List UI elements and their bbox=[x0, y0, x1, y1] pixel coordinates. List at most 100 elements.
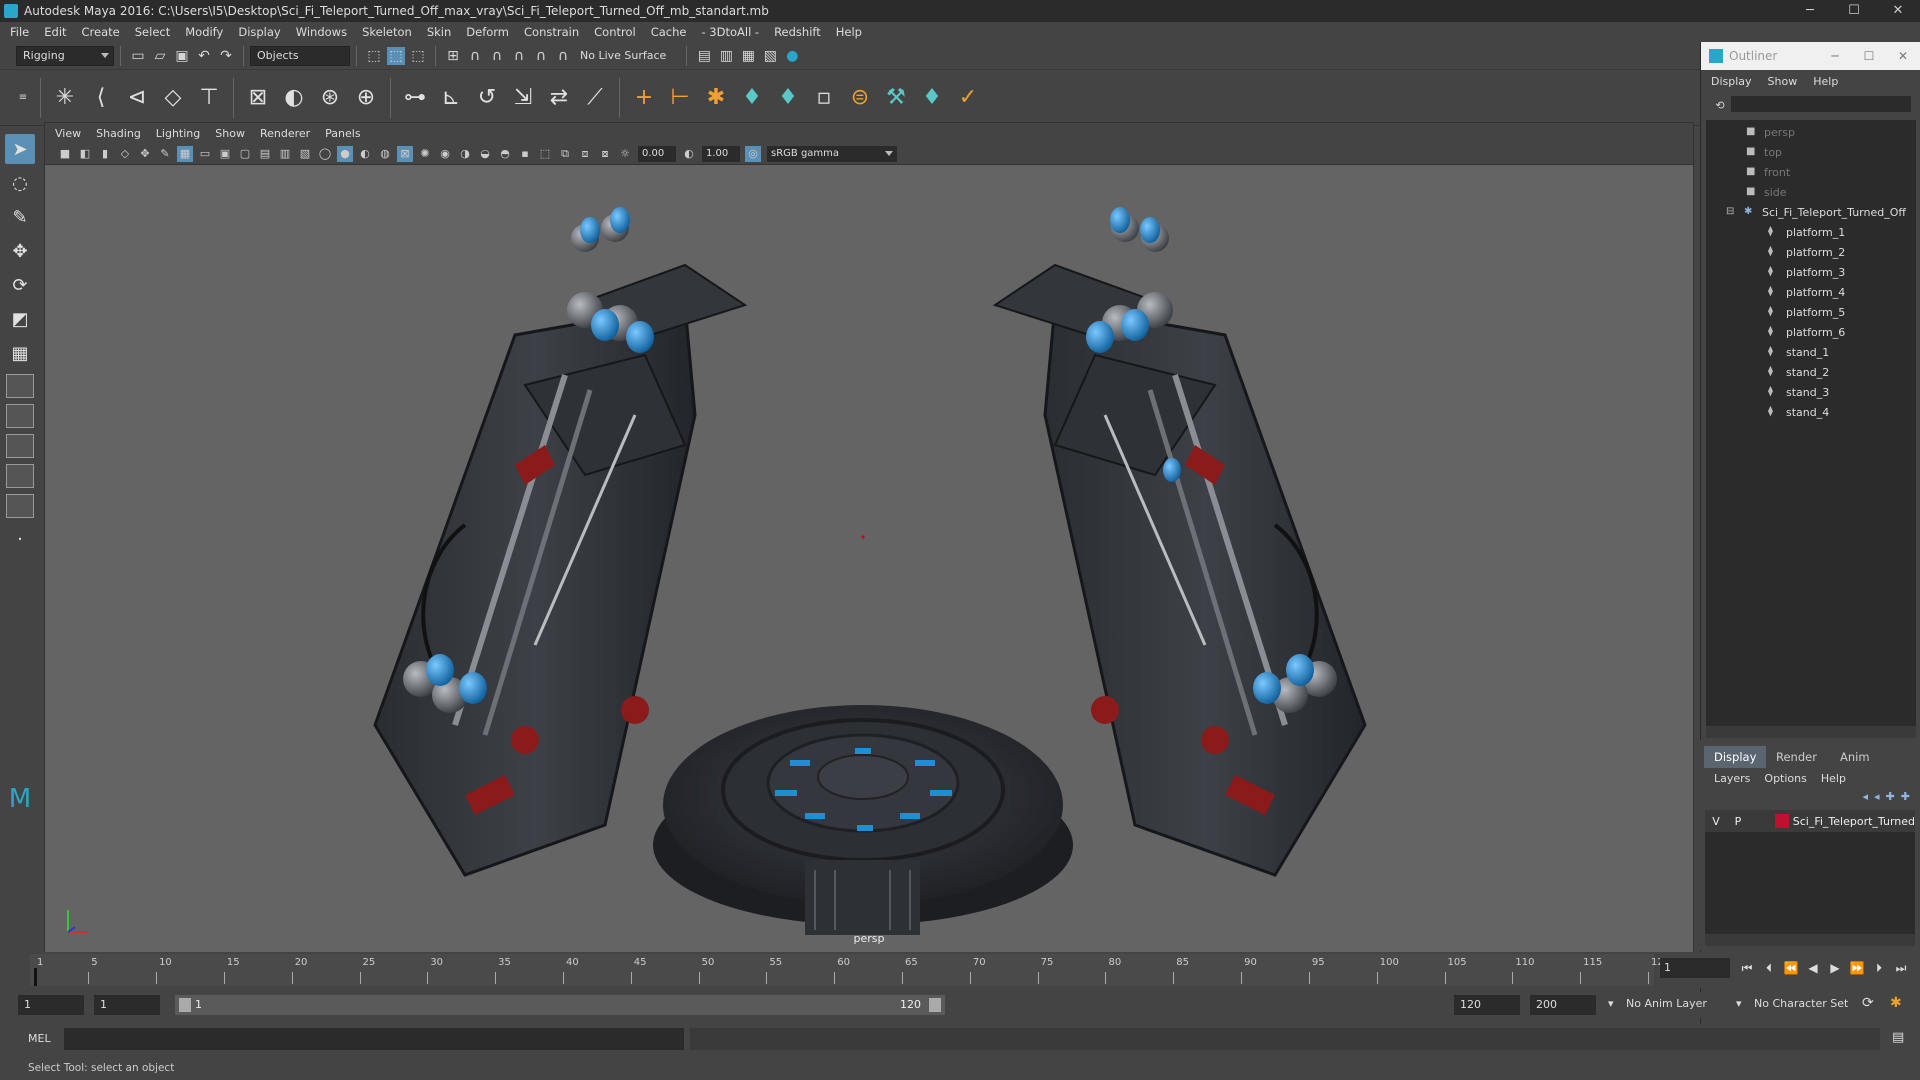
layer-playback-toggle[interactable]: P bbox=[1727, 815, 1749, 828]
outliner-close-button[interactable]: ✕ bbox=[1886, 42, 1920, 70]
add-influence-icon[interactable]: ⊢ bbox=[665, 83, 695, 113]
snap-curve-icon[interactable]: ∩ bbox=[466, 47, 484, 65]
tree-item-stand-3[interactable]: ⧫ stand_3 bbox=[1706, 382, 1916, 402]
menu-3dtoall[interactable]: - 3DtoAll - bbox=[701, 25, 759, 39]
aim-constraint-icon[interactable]: ⊾ bbox=[436, 83, 466, 113]
shelf-menu-icon[interactable]: ≡ bbox=[14, 89, 32, 107]
lattice-icon[interactable]: ⊛ bbox=[315, 83, 345, 113]
step-back-key-icon[interactable]: ⏪ bbox=[1780, 961, 1802, 975]
ik-spline-icon[interactable]: ⊲ bbox=[122, 83, 152, 113]
parent-constraint-icon[interactable]: ⇄ bbox=[544, 83, 574, 113]
step-forward-key-icon[interactable]: ⏩ bbox=[1846, 961, 1868, 975]
tree-item-root[interactable]: ⊟ ✱ Sci_Fi_Teleport_Turned_Off bbox=[1706, 202, 1916, 222]
resolution-gate-icon[interactable]: ▣ bbox=[217, 146, 233, 162]
minimize-button[interactable]: ─ bbox=[1788, 0, 1832, 22]
tree-item-stand-4[interactable]: ⧫ stand_4 bbox=[1706, 402, 1916, 422]
smooth-bind-icon[interactable]: ◐ bbox=[279, 83, 309, 113]
menu-help[interactable]: Help bbox=[836, 25, 862, 39]
panel-menu-lighting[interactable]: Lighting bbox=[156, 127, 200, 140]
time-ruler[interactable]: 1 5 10 15 20 25 30 35 40 45 50 55 60 65 70 75 80 85 90 95 10… bbox=[30, 954, 1670, 986]
end-time-field[interactable]: 200 bbox=[1530, 995, 1596, 1015]
menu-edit[interactable]: Edit bbox=[44, 25, 66, 39]
camera-icon[interactable]: ■ bbox=[57, 146, 73, 162]
hypershade-icon[interactable]: ● bbox=[783, 47, 801, 65]
menu-create[interactable]: Create bbox=[82, 25, 120, 39]
step-forward-icon[interactable]: ⏵ bbox=[1868, 961, 1890, 976]
select-component-icon[interactable]: ⬚ bbox=[409, 47, 427, 65]
tree-item-front[interactable]: ■ front bbox=[1706, 162, 1916, 182]
ipr-render-icon[interactable]: ▦ bbox=[739, 47, 757, 65]
depth-of-field-icon[interactable]: ▪ bbox=[517, 146, 533, 162]
menu-modify[interactable]: Modify bbox=[185, 25, 223, 39]
exposure-field[interactable]: 0.00 bbox=[638, 145, 676, 162]
tree-item-platform-2[interactable]: ⧫ platform_2 bbox=[1706, 242, 1916, 262]
point-constraint-icon[interactable]: ⊶ bbox=[400, 83, 430, 113]
pole-vector-icon[interactable]: ⟋ bbox=[580, 83, 610, 113]
menu-file[interactable]: File bbox=[10, 25, 29, 39]
hik-icon[interactable]: ♦ bbox=[737, 83, 767, 113]
tab-display[interactable]: Display bbox=[1704, 746, 1767, 768]
tree-item-persp[interactable]: ■ persp bbox=[1706, 122, 1916, 142]
gamma-field[interactable]: 1.00 bbox=[702, 145, 740, 162]
select-object-icon[interactable]: ⬚ bbox=[387, 46, 405, 65]
mode-dropdown[interactable]: Rigging bbox=[16, 45, 114, 66]
xray-joints-icon[interactable]: ⧈ bbox=[577, 146, 593, 162]
gate-mask-icon[interactable]: ▢ bbox=[237, 146, 253, 162]
play-forwards-icon[interactable]: ▶ bbox=[1824, 961, 1846, 975]
close-button[interactable]: ✕ bbox=[1876, 0, 1920, 22]
menu-cache[interactable]: Cache bbox=[651, 25, 687, 39]
chevron-down-icon[interactable]: ▾ bbox=[1608, 997, 1614, 1010]
insert-joint-icon[interactable]: ◇ bbox=[158, 83, 188, 113]
outliner-maximize-button[interactable]: ☐ bbox=[1852, 42, 1886, 70]
menu-control[interactable]: Control bbox=[594, 25, 636, 39]
chevron-down-icon[interactable]: ▾ bbox=[1736, 997, 1742, 1010]
layer-scrollbar[interactable] bbox=[1705, 934, 1915, 946]
live-surface-label[interactable]: No Live Surface bbox=[580, 49, 666, 62]
selection-mode-dropdown[interactable]: Objects bbox=[250, 45, 350, 66]
snap-magnet-icon[interactable]: ∩ bbox=[554, 47, 572, 65]
outliner-menu-help[interactable]: Help bbox=[1813, 75, 1838, 88]
mirror-joint-icon[interactable]: ⊤ bbox=[194, 83, 224, 113]
lights-icon[interactable]: ✺ bbox=[417, 146, 433, 162]
new-scene-icon[interactable]: ▭ bbox=[129, 47, 147, 65]
safe-action-icon[interactable]: ▥ bbox=[277, 146, 293, 162]
menu-select[interactable]: Select bbox=[135, 25, 170, 39]
outliner-horizontal-scrollbar[interactable] bbox=[1706, 726, 1916, 738]
layer-menu-help[interactable]: Help bbox=[1821, 772, 1846, 785]
character-set-dropdown[interactable]: No Character Set bbox=[1754, 997, 1848, 1010]
check-icon[interactable]: ✓ bbox=[953, 83, 983, 113]
auto-key-icon[interactable]: ⟳ bbox=[1862, 995, 1874, 1011]
paint-select-icon[interactable]: ✎ bbox=[5, 202, 35, 232]
bind-skin-icon[interactable]: ⊠ bbox=[243, 83, 273, 113]
set-driven-key-icon[interactable]: ⊜ bbox=[845, 83, 875, 113]
locator-icon[interactable]: + bbox=[629, 83, 659, 113]
tab-render[interactable]: Render bbox=[1766, 746, 1827, 768]
isolate-select-icon[interactable]: ⬚ bbox=[537, 146, 553, 162]
smooth-shade-icon[interactable]: ● bbox=[337, 145, 353, 162]
motion-blur-icon[interactable]: ◒ bbox=[477, 146, 493, 162]
render-view-icon[interactable]: ▧ bbox=[761, 47, 779, 65]
outliner-search-input[interactable] bbox=[1731, 96, 1911, 112]
current-frame-field[interactable]: 1 bbox=[1660, 958, 1730, 978]
persp-graph-layout-icon[interactable] bbox=[6, 464, 34, 488]
single-view-layout-icon[interactable]: ▦ bbox=[5, 338, 35, 368]
xray-active-icon[interactable]: ⧇ bbox=[597, 146, 613, 162]
panel-menu-panels[interactable]: Panels bbox=[325, 127, 360, 140]
layer-visibility-toggle[interactable]: V bbox=[1705, 815, 1727, 828]
time-slider[interactable]: 1 5 10 15 20 25 30 35 40 45 50 55 60 65 70 75 80 85 90 95 10… bbox=[0, 952, 1920, 988]
layer-menu-layers[interactable]: Layers bbox=[1714, 772, 1750, 785]
tree-item-platform-3[interactable]: ⧫ platform_3 bbox=[1706, 262, 1916, 282]
command-input[interactable] bbox=[64, 1028, 684, 1050]
four-view-layout-icon[interactable] bbox=[6, 374, 34, 398]
anti-aliasing-icon[interactable]: ◓ bbox=[497, 146, 513, 162]
paint-tool-icon[interactable]: ⚒ bbox=[881, 83, 911, 113]
snap-grid-icon[interactable]: ⊞ bbox=[444, 47, 462, 65]
create-joint-icon[interactable]: ✳ bbox=[50, 83, 80, 113]
maya-logo-shelf-icon[interactable]: ♦ bbox=[917, 83, 947, 113]
script-editor-icon[interactable]: ▤ bbox=[1892, 1030, 1904, 1045]
render-settings-icon[interactable]: ▤ bbox=[695, 47, 713, 65]
playback-start-field[interactable]: 1 bbox=[94, 995, 160, 1015]
range-end-handle[interactable] bbox=[929, 998, 941, 1012]
scale-tool-icon[interactable]: ◩ bbox=[5, 304, 35, 334]
ambient-occlusion-icon[interactable]: ◑ bbox=[457, 146, 473, 162]
